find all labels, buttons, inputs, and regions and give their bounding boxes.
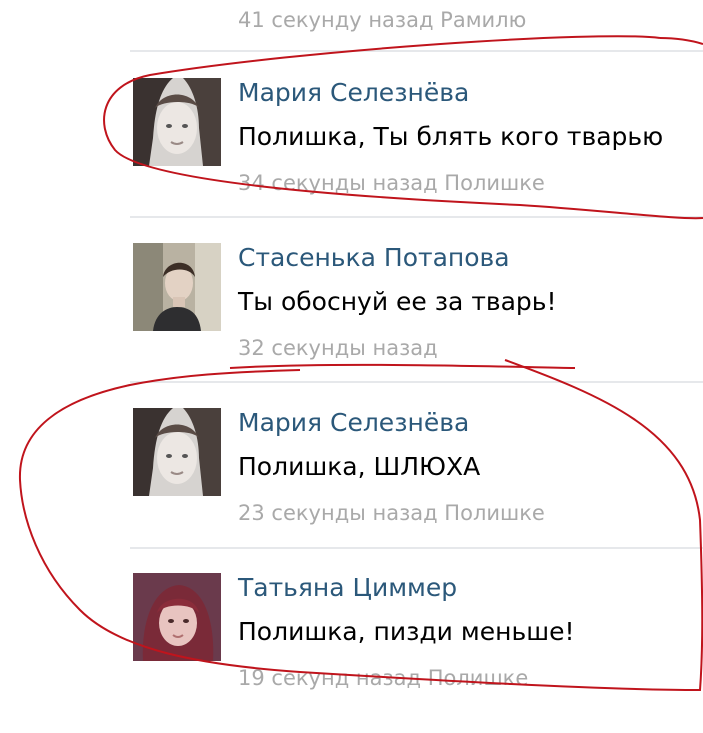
comment-meta-link[interactable]: 23 секунды назад Полишке: [238, 500, 545, 526]
comment-text: Полишка, ШЛЮХА: [238, 452, 481, 481]
comment-meta-link[interactable]: 32 секунды назад: [238, 335, 438, 361]
comment-item: Татьяна Циммер Полишка, пизди меньше! 19…: [0, 573, 703, 733]
avatar[interactable]: [133, 573, 221, 661]
girl-photo-icon: [133, 78, 221, 166]
author-link[interactable]: Мария Селезнёва: [238, 408, 469, 438]
divider: [130, 381, 703, 383]
author-link[interactable]: Татьяна Циммер: [238, 573, 457, 603]
boy-photo-icon: [133, 243, 221, 331]
divider: [130, 547, 703, 549]
girl-photo-icon: [133, 408, 221, 496]
previous-comment-meta: 41 секунду назад Рамилю: [238, 8, 527, 32]
comment-item: Мария Селезнёва Полишка, ШЛЮХА 23 секунд…: [0, 408, 703, 568]
comment-meta-link[interactable]: 19 секунд назад Полишке: [238, 665, 528, 691]
avatar[interactable]: [133, 408, 221, 496]
divider: [130, 216, 703, 218]
comment-text: Ты обоснуй ее за тварь!: [238, 287, 557, 316]
comment-item: Стасенька Потапова Ты обоснуй ее за твар…: [0, 243, 703, 403]
comment-item: Мария Селезнёва Полишка, Ты блять кого т…: [0, 78, 703, 238]
author-link[interactable]: Мария Селезнёва: [238, 78, 469, 108]
comment-text: Полишка, пизди меньше!: [238, 617, 575, 646]
avatar[interactable]: [133, 243, 221, 331]
comment-text: Полишка, Ты блять кого тварью: [238, 122, 664, 151]
author-link[interactable]: Стасенька Потапова: [238, 243, 510, 273]
avatar[interactable]: [133, 78, 221, 166]
divider: [130, 50, 703, 52]
comment-meta-link[interactable]: 34 секунды назад Полишке: [238, 170, 545, 196]
girl-red-hair-photo-icon: [133, 573, 221, 661]
